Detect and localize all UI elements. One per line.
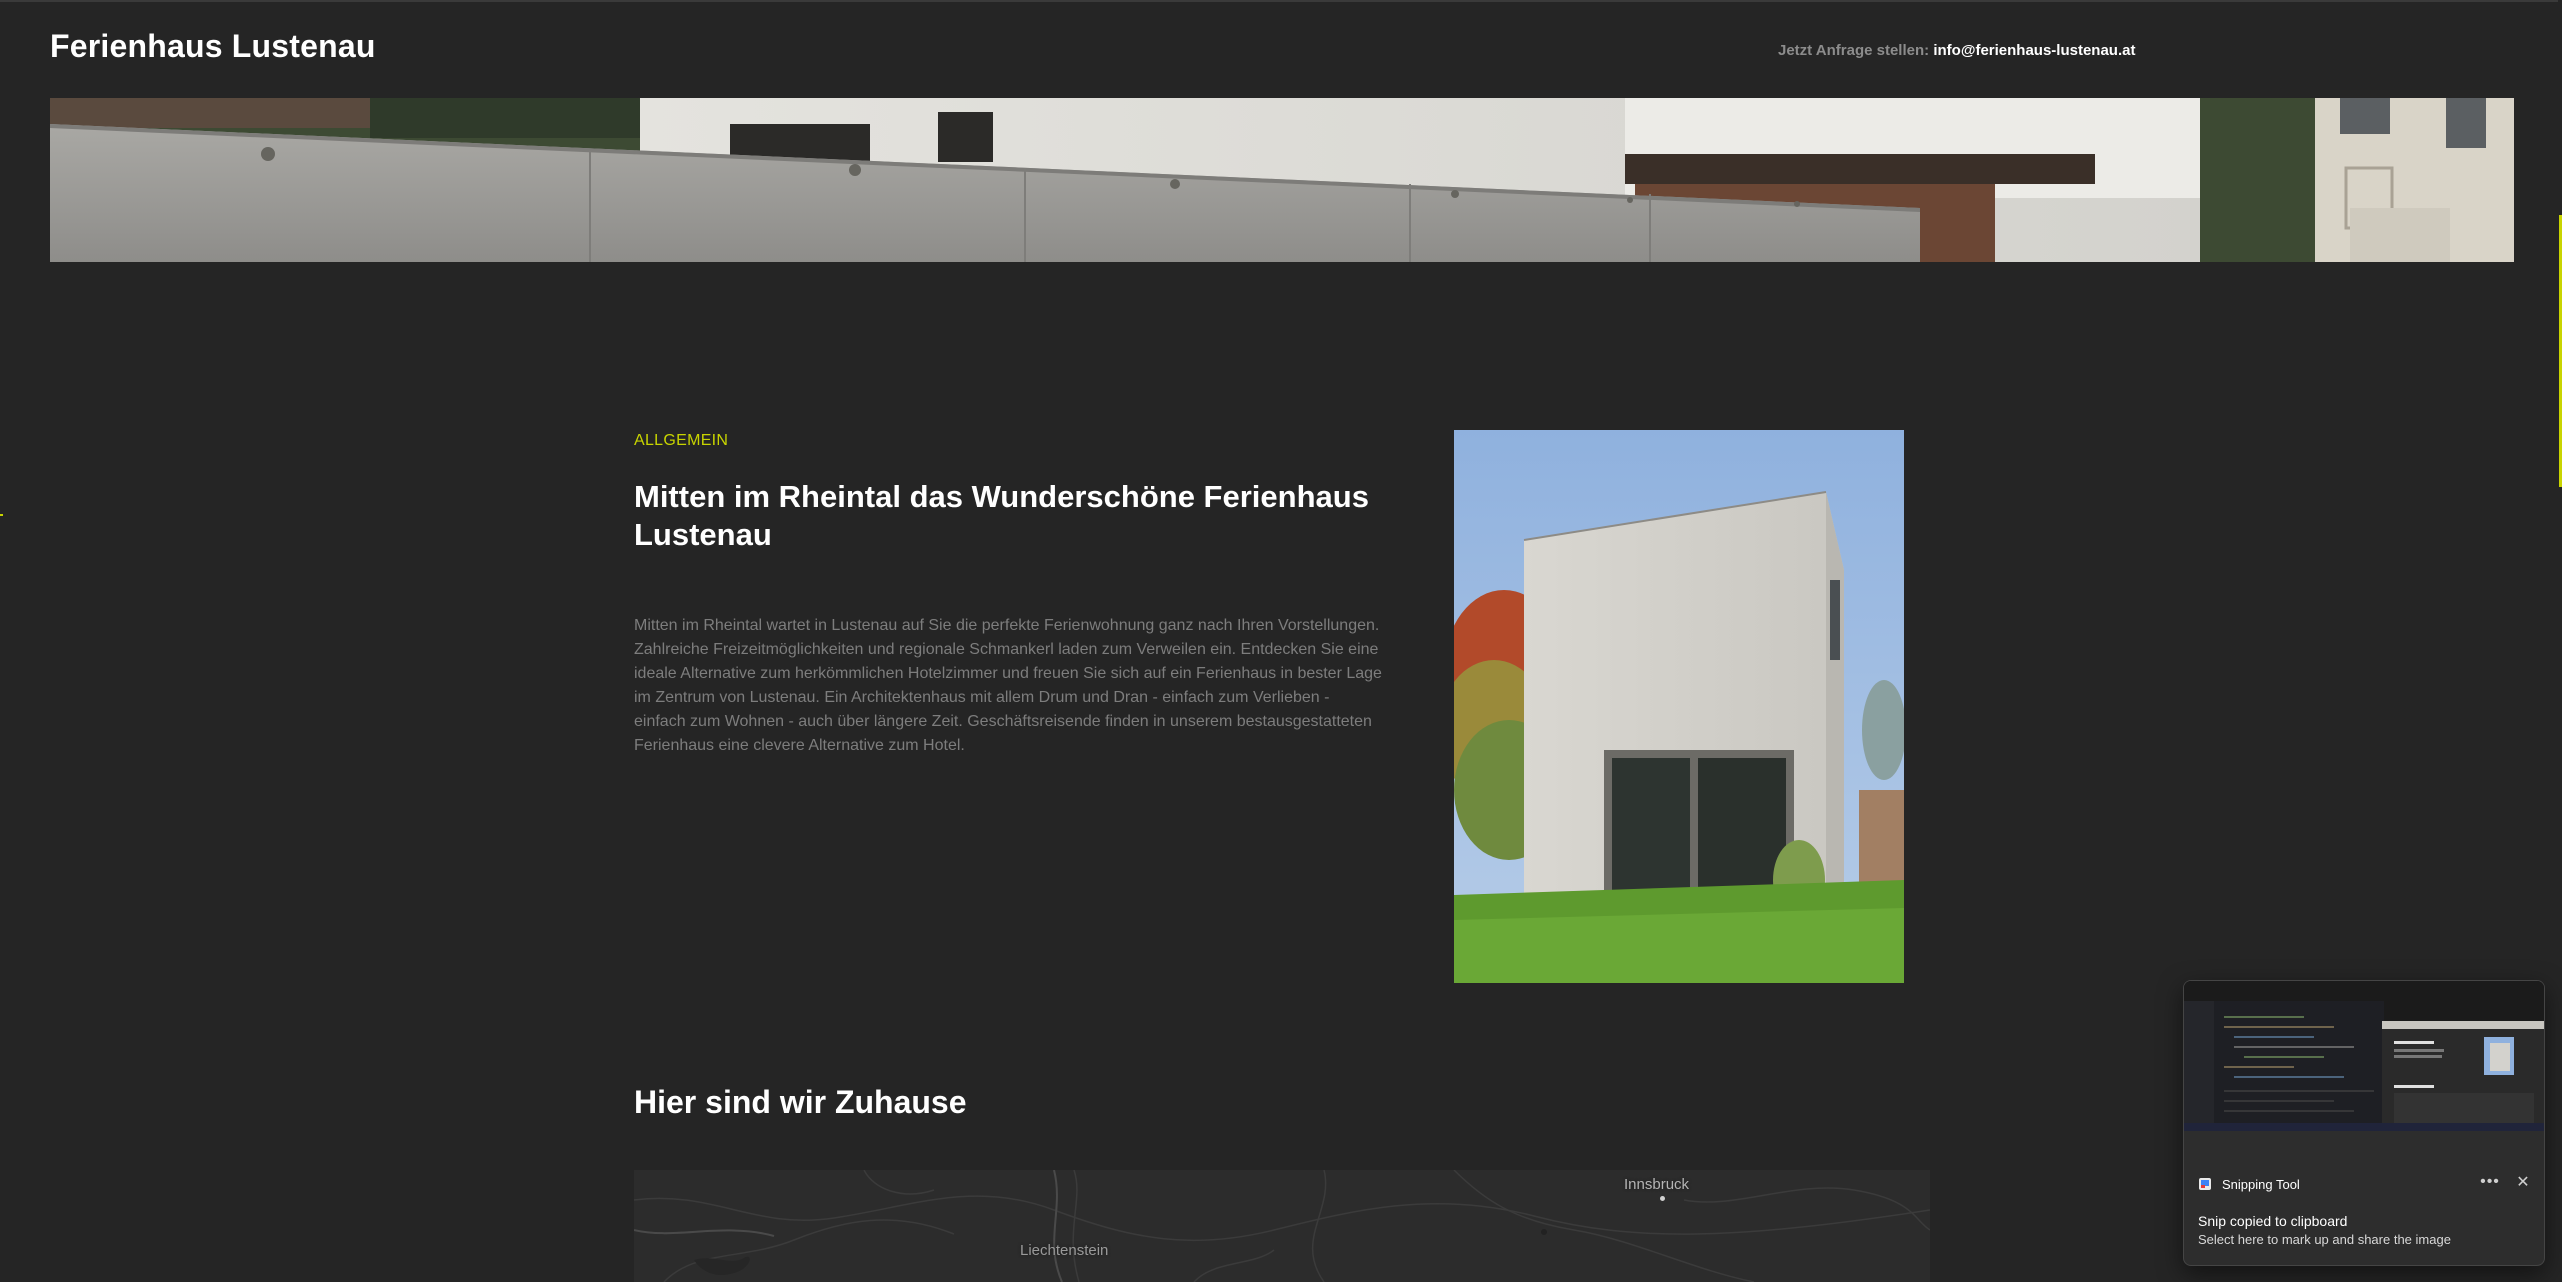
toast-title: Snip copied to clipboard <box>2198 1213 2348 1229</box>
intro-heading: Mitten im Rheintal das Wunderschöne Feri… <box>634 479 1369 552</box>
snipping-tool-notification[interactable]: Snipping Tool ••• ✕ Snip copied to clipb… <box>2183 980 2545 1266</box>
snipping-tool-icon <box>2198 1177 2212 1191</box>
site-title[interactable]: Ferienhaus Lustenau <box>50 28 376 65</box>
top-border <box>0 0 2562 2</box>
map-label-liechtenstein: Liechtenstein <box>1020 1242 1109 1259</box>
more-options-icon[interactable]: ••• <box>2477 1171 2503 1195</box>
house-photo <box>1454 430 1904 983</box>
contact-email-link[interactable]: info@ferienhaus-lustenau.at <box>1933 42 2135 59</box>
hero-banner-image <box>50 98 2514 262</box>
toast-app-name: Snipping Tool <box>2222 1176 2300 1192</box>
contact-info: Jetzt Anfrage stellen: info@ferienhaus-l… <box>1778 42 2135 59</box>
map-label-innsbruck: Innsbruck <box>1624 1176 1690 1193</box>
toast-body: Select here to mark up and share the ima… <box>2198 1232 2451 1247</box>
snip-preview-thumbnail[interactable] <box>2184 981 2544 1131</box>
left-accent-marker <box>0 514 3 516</box>
close-icon[interactable]: ✕ <box>2510 1171 2536 1195</box>
scrollbar-track[interactable] <box>2558 0 2562 1282</box>
map-city-marker <box>1660 1196 1665 1201</box>
toast-header: Snipping Tool <box>2198 1173 2300 1195</box>
intro-paragraph: Mitten im Rheintal wartet in Lustenau au… <box>634 617 1382 754</box>
location-map[interactable]: Innsbruck Liechtenstein <box>634 1170 1930 1282</box>
page: Ferienhaus Lustenau Jetzt Anfrage stelle… <box>0 0 2562 1282</box>
section-kicker: ALLGEMEIN <box>634 432 729 449</box>
contact-label: Jetzt Anfrage stellen: <box>1778 42 1930 59</box>
location-heading: Hier sind wir Zuhause <box>634 1084 967 1120</box>
